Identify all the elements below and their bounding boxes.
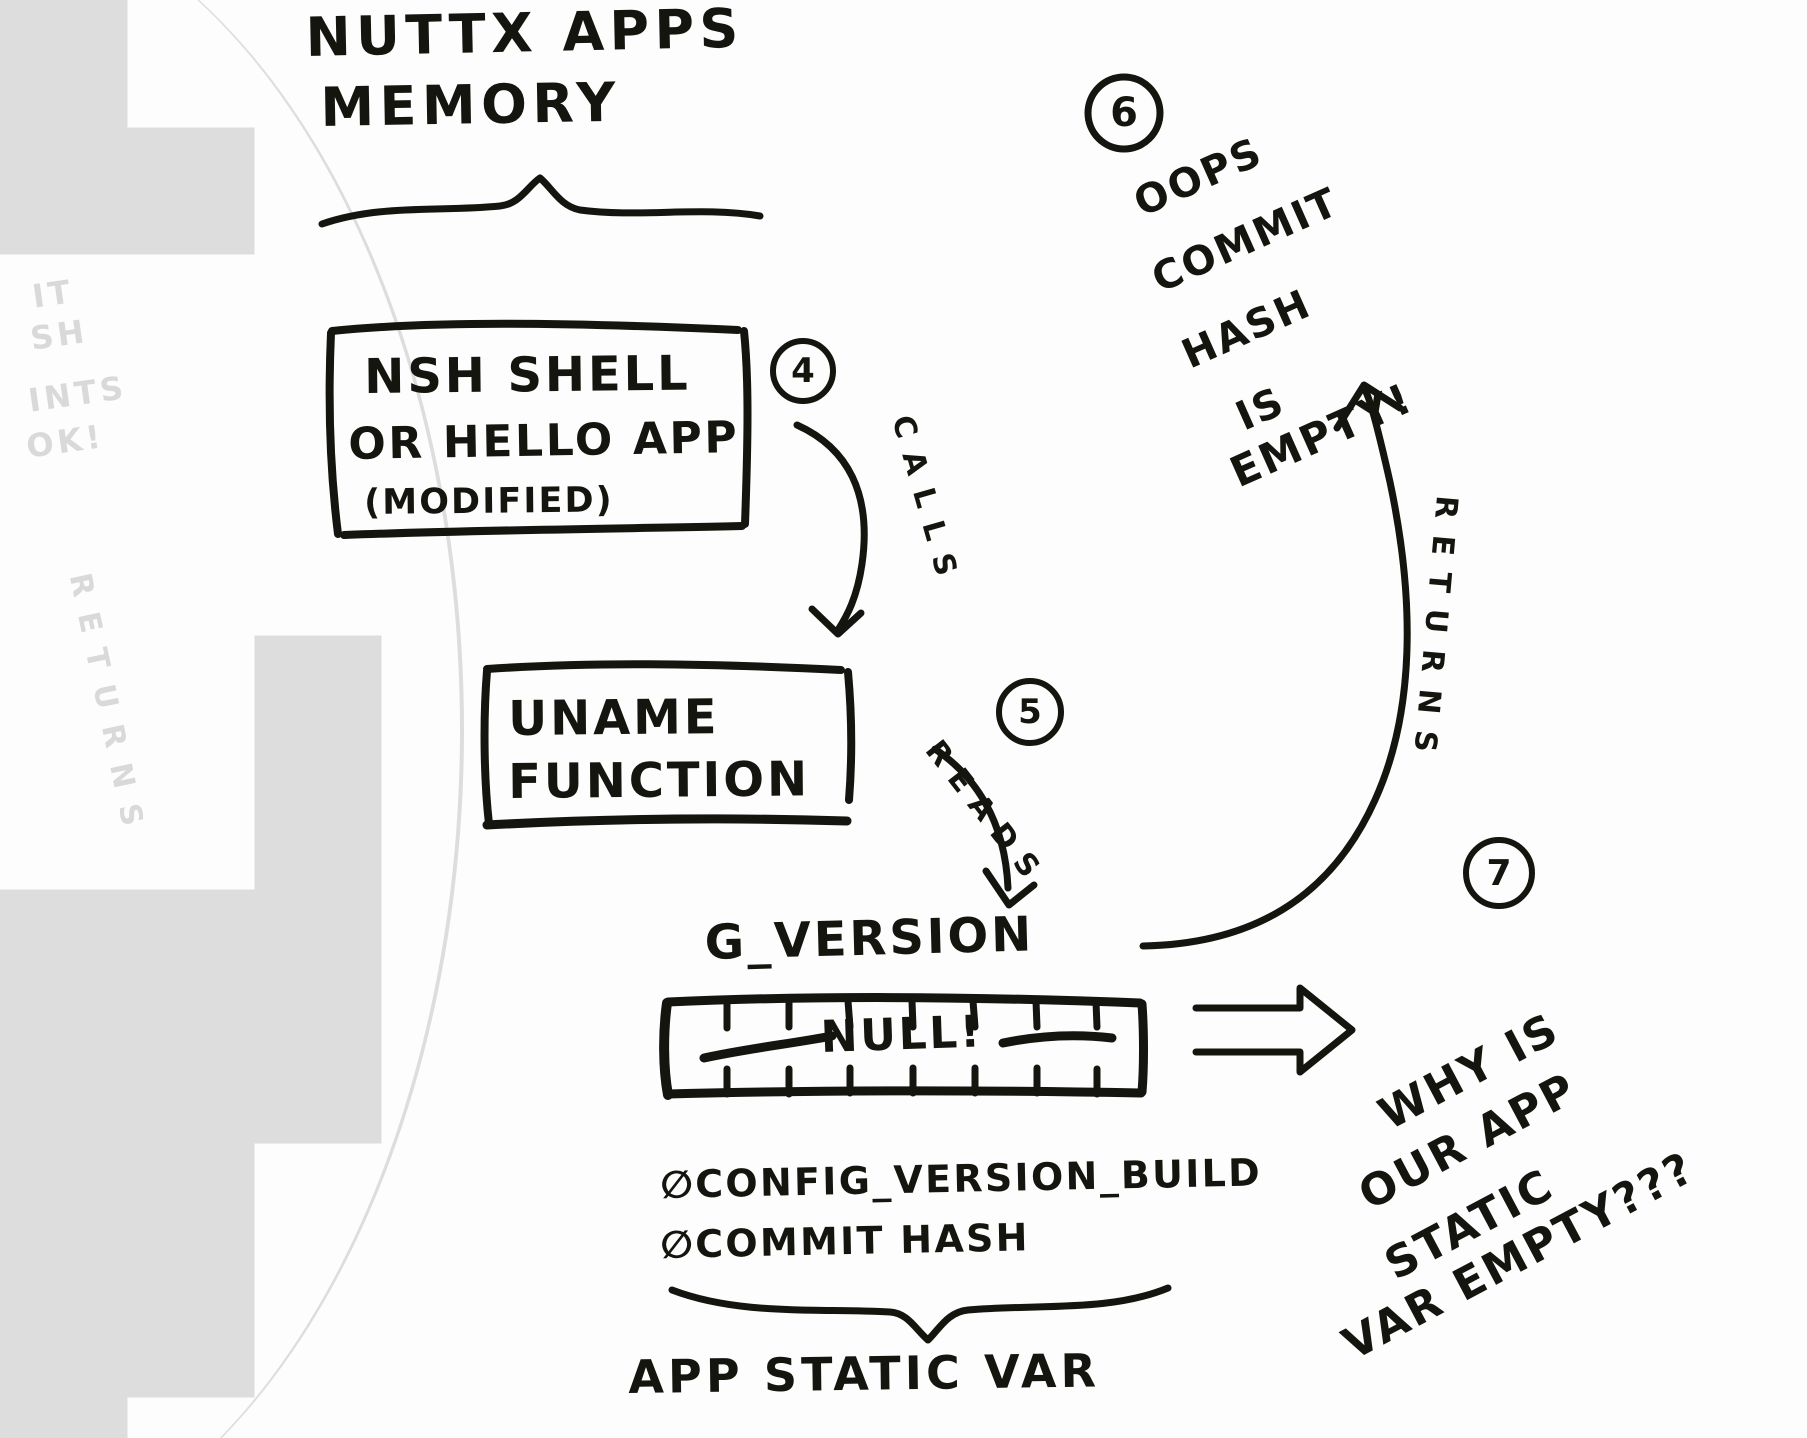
step-5-number: 5 [1018,692,1042,732]
diagram-title-line-1: NUTTX APPS [304,0,745,69]
cell-box-top [663,993,1145,1008]
bottom-brace [668,1284,1172,1344]
nsh-box-bottom [340,522,746,539]
diagram-title-line-2: MEMORY [319,70,622,139]
variable-cell-value: NULL! [819,1006,984,1063]
ghost-text-line-1: IT [30,272,77,316]
ghost-text-line-3: INTS [26,368,130,420]
step-6-number: 6 [1110,90,1138,136]
ghost-text-line-4: OK! [24,417,107,466]
whiteboard-diagram: IT SH INTS OK! RETURNS NUTTX APPS MEMORY… [0,0,1807,1438]
calls-arrowhead [808,605,865,638]
reads-label: READS [917,733,1055,895]
variable-name-label: G_VERSION [703,906,1035,971]
uname-function-box-line-2: FUNCTION [507,751,811,810]
calls-label: CALLS [884,411,968,595]
nsh-shell-box-line-1: NSH SHELL [363,345,691,405]
field-prefix-1: ∅ [659,1222,696,1267]
uname-function-box-line-1: UNAME [507,689,720,747]
uname-box-right [844,668,856,804]
uname-box-left [480,667,493,828]
cell-box-right [1137,999,1148,1097]
cell-dash-right [998,1031,1117,1048]
oops-note-line-3: HASH [1175,280,1319,379]
nsh-box-right [740,327,752,528]
oops-note-line-1: OOPS [1127,128,1270,227]
step-7-number: 7 [1486,852,1512,894]
block-arrow [1192,984,1356,1076]
returns-label: RETURNS [1405,494,1464,770]
cell-box-bottom [663,1086,1146,1099]
field-row-0: ∅CONFIG_VERSION_BUILD [659,1150,1263,1207]
title-brace [318,174,764,228]
nsh-shell-box-line-3: (MODIFIED) [363,480,614,523]
field-prefix-0: ∅ [659,1162,696,1207]
ghost-text-returns: RETURNS [61,570,153,846]
bottom-caption: APP STATIC VAR [627,1343,1101,1404]
uname-box-bottom [482,814,852,830]
cell-tick-top-6 [1032,997,1041,1031]
nsh-box-left [325,329,342,538]
uname-box-top [483,660,845,674]
nsh-box-top [328,319,742,335]
ghost-text-line-2: SH [28,311,91,358]
cell-tick-top-7 [1092,998,1101,1031]
field-label-1: COMMIT HASH [694,1215,1031,1267]
calls-arrow [793,421,868,634]
cell-box-left [659,998,673,1100]
nsh-shell-box-line-2: OR HELLO APP [347,412,740,470]
field-label-0: CONFIG_VERSION_BUILD [694,1150,1263,1207]
cell-dash-left [699,1031,837,1063]
step-4-number: 4 [791,351,815,391]
ghost-arc-decoration [0,0,464,1438]
field-row-1: ∅COMMIT HASH [659,1215,1031,1267]
